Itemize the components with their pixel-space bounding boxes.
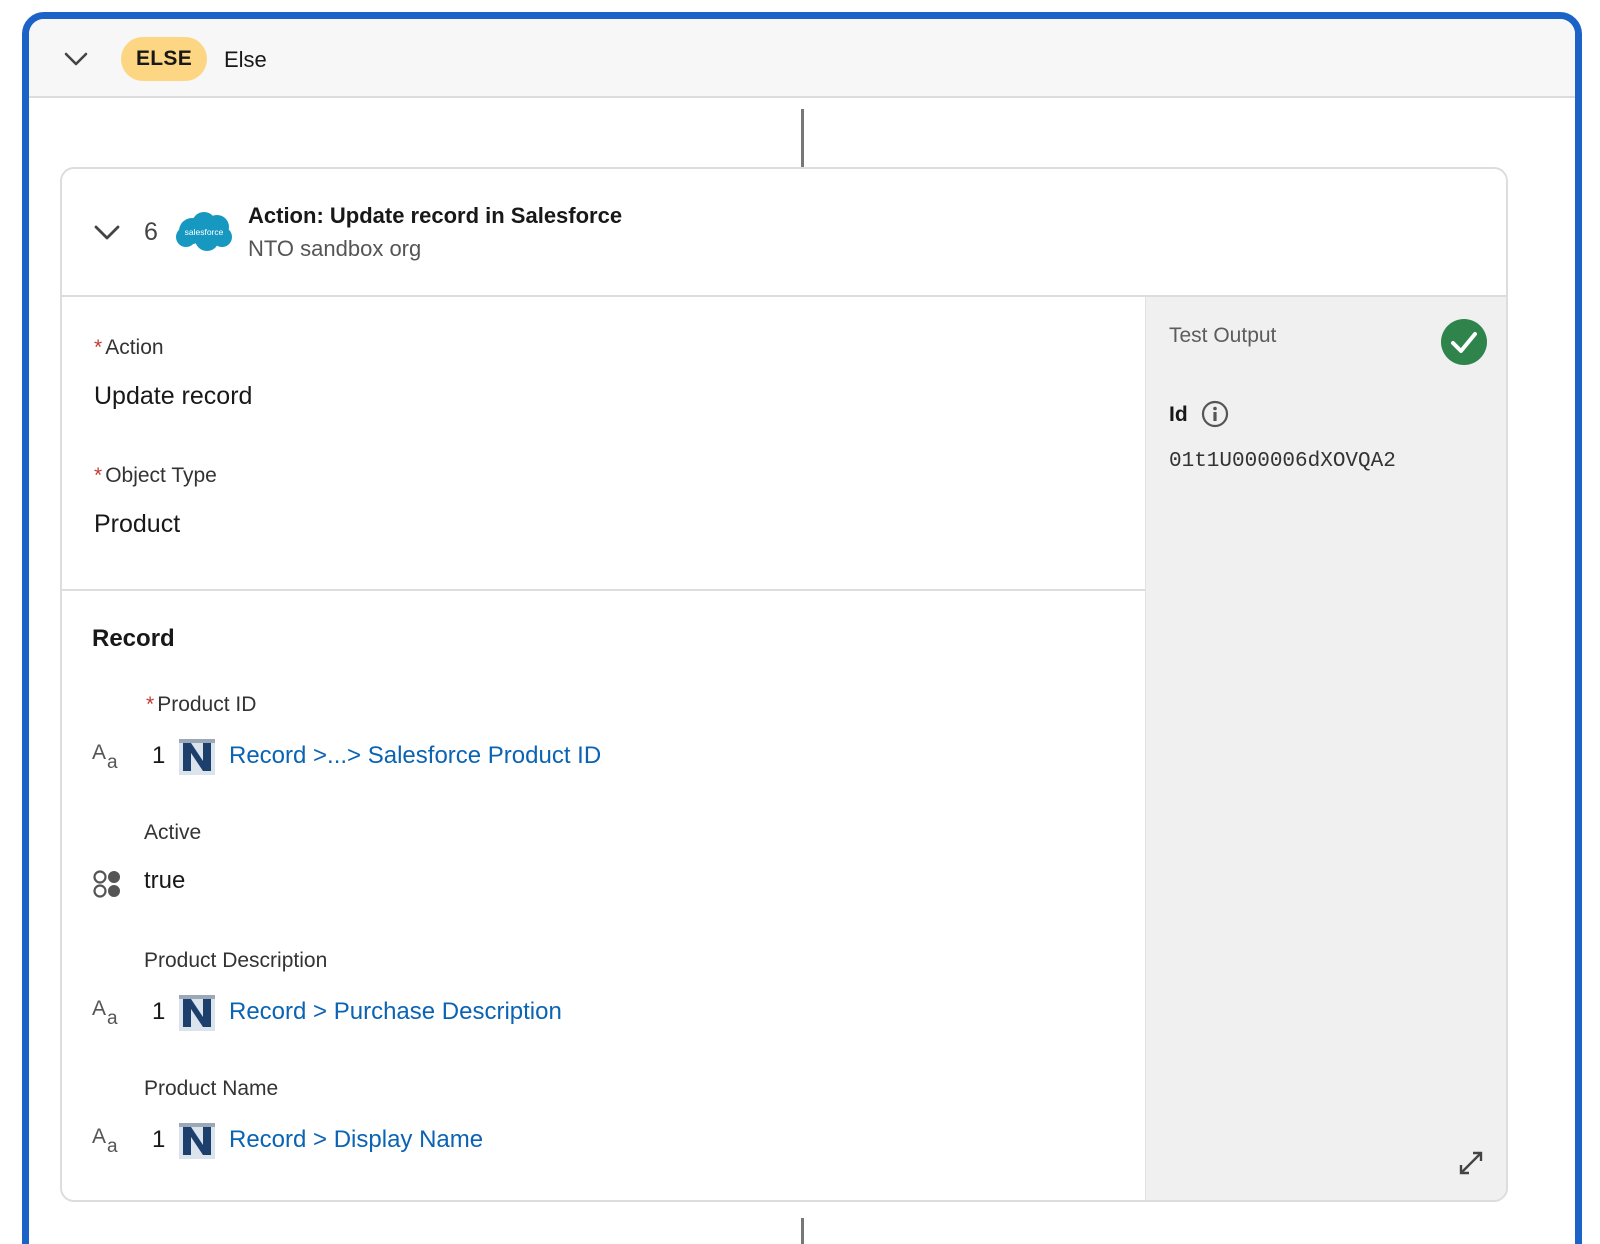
chevron-down-icon[interactable] (92, 221, 122, 245)
test-output-title: Test Output (1169, 324, 1277, 347)
text-type-icon: Aa (92, 995, 124, 1029)
netsuite-logo-icon (179, 739, 215, 775)
expand-icon[interactable] (1456, 1148, 1486, 1178)
section-divider (62, 589, 1145, 591)
else-badge: ELSE (121, 37, 208, 81)
picklist-type-icon (92, 869, 124, 901)
netsuite-logo-icon (179, 1123, 215, 1159)
test-output-panel: Test Output Id 01t1U000006dXOVQA2 (1145, 297, 1506, 1200)
svg-text:A: A (92, 997, 106, 1020)
mapping-index: 1 (152, 742, 166, 769)
action-step-header[interactable]: 6 salesforce Action: Update record in Sa… (62, 169, 1506, 297)
mapping-index: 1 (152, 998, 166, 1025)
chevron-down-icon[interactable] (61, 47, 91, 71)
svg-text:a: a (107, 1136, 118, 1155)
else-branch-header[interactable]: ELSE Else (29, 19, 1575, 98)
info-icon[interactable] (1201, 400, 1229, 428)
mapped-field-link[interactable]: Record > Purchase Description (229, 998, 562, 1026)
action-step-card: 6 salesforce Action: Update record in Sa… (60, 167, 1508, 1202)
action-field-label: * Action (94, 336, 164, 359)
mapped-field-link[interactable]: Record >...> Salesforce Product ID (229, 742, 601, 770)
product-name-label: Product Name (144, 1077, 279, 1100)
action-field-value[interactable]: Update record (94, 382, 252, 411)
active-value[interactable]: true (144, 867, 185, 895)
else-label: Else (224, 47, 267, 72)
svg-text:A: A (92, 1125, 106, 1148)
check-circle-icon (1441, 319, 1487, 365)
svg-text:salesforce: salesforce (185, 227, 224, 237)
active-label: Active (144, 821, 202, 844)
object-type-label: * Object Type (94, 464, 217, 487)
svg-text:A: A (92, 741, 106, 764)
product-description-label: Product Description (144, 949, 328, 972)
else-branch-container: ELSE Else 6 salesforce Action: Update re… (22, 12, 1582, 1244)
text-type-icon: Aa (92, 739, 124, 773)
flow-connector-line (801, 1218, 804, 1244)
action-title: Action: Update record in Salesforce (248, 203, 623, 228)
output-value: 01t1U000006dXOVQA2 (1169, 450, 1396, 473)
text-type-icon: Aa (92, 1123, 124, 1157)
output-key: Id (1169, 403, 1188, 426)
svg-text:a: a (107, 1008, 118, 1027)
object-type-value[interactable]: Product (94, 510, 180, 539)
mapped-field-link[interactable]: Record > Display Name (229, 1126, 483, 1154)
record-section-title: Record (92, 625, 175, 652)
product-id-label: * Product ID (146, 693, 257, 716)
mapping-index: 1 (152, 1126, 166, 1153)
svg-text:a: a (107, 752, 118, 771)
netsuite-logo-icon (179, 995, 215, 1031)
salesforce-logo-icon: salesforce (174, 209, 234, 253)
connection-name: NTO sandbox org (248, 236, 422, 261)
step-number: 6 (144, 218, 158, 246)
